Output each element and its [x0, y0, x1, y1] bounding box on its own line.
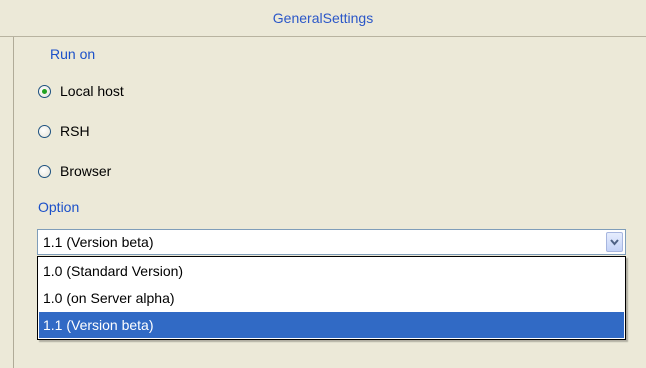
radio-button-icon[interactable]: [38, 84, 51, 98]
run-on-label: Run on: [50, 46, 96, 62]
radio-rsh[interactable]: RSH: [38, 121, 90, 141]
option-dropdown-list: 1.0 (Standard Version) 1.0 (on Server al…: [37, 256, 626, 340]
radio-label-local-host: Local host: [60, 83, 124, 99]
dropdown-option[interactable]: 1.0 (Standard Version): [39, 258, 624, 284]
general-settings-panel: GeneralSettings Run on Local host RSH Br…: [0, 0, 646, 368]
radio-browser[interactable]: Browser: [38, 161, 111, 181]
radio-label-browser: Browser: [60, 163, 112, 179]
panel-title: GeneralSettings: [0, 0, 646, 37]
radio-button-icon[interactable]: [38, 164, 51, 178]
radio-local-host[interactable]: Local host: [38, 81, 124, 101]
combobox-selected-value: 1.1 (Version beta): [43, 234, 154, 250]
option-combobox[interactable]: 1.1 (Version beta): [37, 229, 626, 255]
panel-left-border: [13, 37, 14, 368]
radio-label-rsh: RSH: [60, 123, 90, 139]
radio-button-icon[interactable]: [38, 124, 51, 138]
option-label: Option: [38, 199, 80, 215]
dropdown-button[interactable]: [606, 232, 623, 252]
chevron-down-icon: [610, 239, 619, 246]
dropdown-option-selected[interactable]: 1.1 (Version beta): [39, 312, 624, 338]
dropdown-option[interactable]: 1.0 (on Server alpha): [39, 285, 624, 311]
